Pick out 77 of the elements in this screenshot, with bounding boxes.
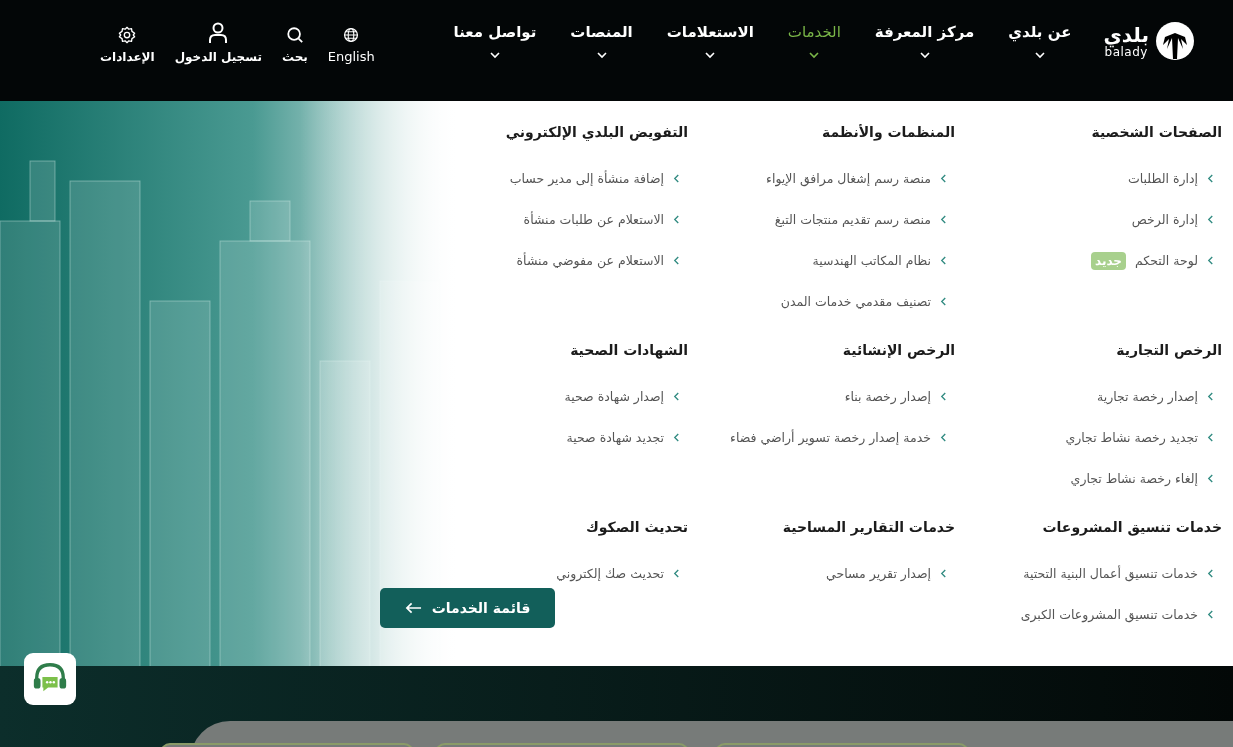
service-link[interactable]: لوحة التحكم جديد: [1090, 240, 1222, 281]
service-link[interactable]: منصة رسم تقديم منتجات التبغ: [774, 199, 955, 240]
service-link[interactable]: تحديث صك إلكتروني: [556, 553, 688, 594]
chevron-left-icon: [1207, 433, 1214, 442]
service-link[interactable]: إصدار رخصة بناء: [844, 376, 955, 417]
chevron-left-icon: [673, 215, 680, 224]
chevron-left-icon: [1207, 474, 1214, 483]
logo-subtext: balady: [1104, 45, 1148, 58]
chevron-left-icon: [940, 392, 947, 401]
new-badge: جديد: [1090, 251, 1126, 270]
nav-menu-item[interactable]: تواصل معنا: [453, 23, 537, 59]
service-link[interactable]: خدمات تنسيق المشروعات الكبرى: [1020, 594, 1222, 635]
chevron-left-icon: [1207, 569, 1214, 578]
language-button[interactable]: English: [327, 20, 375, 64]
section-heading: خدمات تنسيق المشروعات: [1042, 518, 1222, 537]
service-link[interactable]: إصدار تقرير مساحي: [826, 553, 955, 594]
chevron-left-icon: [673, 433, 680, 442]
chevron-down-icon: [1033, 51, 1046, 59]
nav-menu-item[interactable]: مركز المعرفة: [874, 23, 975, 59]
globe-icon: [343, 27, 360, 43]
chevron-left-icon: [940, 174, 947, 183]
settings-icon: [118, 26, 137, 44]
service-link[interactable]: منصة رسم إشغال مرافق الإيواء: [766, 158, 955, 199]
chevron-left-icon: [673, 392, 680, 401]
user-icon: [208, 22, 229, 44]
service-link[interactable]: إضافة منشأة إلى مدير حساب: [509, 158, 688, 199]
section-heading: الرخص التجارية: [1116, 341, 1222, 360]
chevron-left-icon: [1207, 174, 1214, 183]
service-link[interactable]: الاستعلام عن طلبات منشأة: [523, 199, 688, 240]
chevron-left-icon: [940, 297, 947, 306]
chevron-left-icon: [673, 174, 680, 183]
section-heading: التفويض البلدي الإلكتروني: [505, 123, 688, 142]
search-icon: [285, 26, 304, 44]
chevron-down-icon: [918, 51, 931, 59]
chevron-down-icon: [808, 51, 821, 59]
chevron-left-icon: [1207, 215, 1214, 224]
chevron-left-icon: [1207, 256, 1214, 265]
service-link[interactable]: الاستعلام عن مفوضي منشأة: [516, 240, 688, 281]
service-link[interactable]: تصنيف مقدمي خدمات المدن: [780, 281, 955, 322]
service-link[interactable]: إصدار رخصة تجارية: [1097, 376, 1222, 417]
section-heading: خدمات التقارير المساحية: [782, 518, 955, 537]
chevron-down-icon: [704, 51, 717, 59]
all-services-button[interactable]: قائمة الخدمات: [380, 588, 555, 628]
login-button[interactable]: تسجيل الدخول: [174, 20, 262, 64]
section-heading: الشهادات الصحية: [570, 341, 688, 360]
support-chat-button[interactable]: [24, 653, 76, 705]
chevron-left-icon: [940, 569, 947, 578]
chevron-down-icon: [488, 51, 501, 59]
section-heading: الصفحات الشخصية: [1091, 123, 1222, 142]
service-link[interactable]: خدمة إصدار رخصة تسوير أراضي فضاء: [730, 417, 955, 458]
chevron-left-icon: [673, 256, 680, 265]
chevron-left-icon: [940, 215, 947, 224]
nav-menu-item[interactable]: الخدمات: [787, 23, 841, 59]
service-link[interactable]: تجديد شهادة صحية: [566, 417, 688, 458]
search-button[interactable]: بحث: [281, 20, 308, 64]
service-link[interactable]: إدارة الطلبات: [1127, 158, 1222, 199]
section-heading: تحديث الصكوك: [586, 518, 688, 537]
settings-button[interactable]: الإعدادات: [100, 20, 155, 64]
chevron-left-icon: [1207, 392, 1214, 401]
chevron-down-icon: [595, 51, 608, 59]
palm-tree-logo-icon: [1155, 21, 1195, 61]
service-link[interactable]: إلغاء رخصة نشاط تجاري: [1070, 458, 1222, 499]
arrow-left-icon: [404, 602, 422, 614]
service-link[interactable]: إدارة الرخص: [1131, 199, 1222, 240]
chevron-left-icon: [1207, 610, 1214, 619]
service-link[interactable]: خدمات تنسيق أعمال البنية التحتية: [1023, 553, 1222, 594]
service-link[interactable]: تجديد رخصة نشاط تجاري: [1065, 417, 1222, 458]
chevron-left-icon: [940, 433, 947, 442]
nav-menu-item[interactable]: عن بلدي: [1008, 23, 1072, 59]
chevron-left-icon: [673, 569, 680, 578]
section-heading: الرخص الإنشائية: [842, 341, 955, 360]
nav-menu-item[interactable]: الاستعلامات: [666, 23, 754, 59]
nav-menu-item[interactable]: المنصات: [570, 23, 633, 59]
section-heading: المنظمات والأنظمة: [821, 123, 955, 142]
service-link[interactable]: نظام المكاتب الهندسية: [812, 240, 955, 281]
service-link[interactable]: إصدار شهادة صحية: [564, 376, 688, 417]
chevron-left-icon: [940, 256, 947, 265]
